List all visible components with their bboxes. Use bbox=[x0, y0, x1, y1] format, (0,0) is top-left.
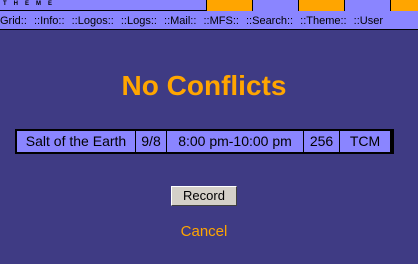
nav-mail-link[interactable]: ::Mail:: bbox=[164, 15, 196, 27]
nav-logos-link[interactable]: ::Logos:: bbox=[72, 15, 114, 27]
page-title: No Conflicts bbox=[121, 70, 287, 101]
program-network: TCM bbox=[340, 131, 390, 152]
nav-bar: Grid:: ::Info:: ::Logos:: ::Logs:: ::Mai… bbox=[0, 11, 418, 30]
program-date: 9/8 bbox=[136, 131, 166, 152]
program-time: 8:00 pm-10:00 pm bbox=[167, 131, 303, 152]
record-button[interactable]: Record bbox=[171, 186, 237, 206]
theme-segment[interactable] bbox=[252, 0, 298, 11]
nav-user-link[interactable]: ::User bbox=[354, 15, 383, 27]
nav-grid-link[interactable]: Grid:: bbox=[0, 15, 27, 27]
program-channel: 256 bbox=[304, 131, 339, 152]
nav-info-link[interactable]: ::Info:: bbox=[34, 15, 65, 27]
nav-mfs-link[interactable]: ::MFS:: bbox=[203, 15, 238, 27]
theme-segment[interactable] bbox=[298, 0, 344, 11]
nav-logs-link[interactable]: ::Logs:: bbox=[121, 15, 157, 27]
program-row: Salt of the Earth 9/8 8:00 pm-10:00 pm 2… bbox=[15, 129, 394, 154]
theme-segment[interactable] bbox=[206, 0, 252, 11]
nav-search-link[interactable]: ::Search:: bbox=[246, 15, 293, 27]
nav-theme-link[interactable]: ::Theme:: bbox=[300, 15, 346, 27]
program-title: Salt of the Earth bbox=[17, 131, 135, 152]
cancel-link[interactable]: Cancel bbox=[0, 223, 408, 240]
theme-segment[interactable] bbox=[344, 0, 390, 11]
theme-bar: THEME bbox=[0, 0, 418, 11]
theme-segment[interactable] bbox=[390, 0, 418, 11]
theme-label: THEME bbox=[3, 1, 59, 7]
